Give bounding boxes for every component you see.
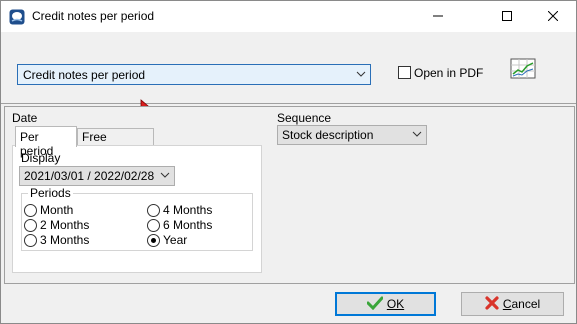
cancel-button[interactable]: Cancel [461, 292, 564, 316]
radio-month-label[interactable]: Month [40, 203, 73, 217]
periods-label: Periods [28, 186, 73, 200]
radio-6-months-label[interactable]: 6 Months [163, 218, 212, 232]
display-select[interactable]: 2021/03/01 / 2022/02/28 [19, 166, 175, 186]
radio-year-label[interactable]: Year [163, 233, 187, 247]
radio-2-months[interactable] [24, 219, 37, 232]
chevron-down-icon [412, 128, 422, 142]
tab-free-selection[interactable]: Free selection [77, 128, 154, 158]
chart-button[interactable] [509, 57, 537, 81]
display-select-value: 2021/03/01 / 2022/02/28 [24, 169, 155, 183]
open-in-pdf-label[interactable]: Open in PDF [414, 66, 483, 80]
report-select-value: Credit notes per period [23, 68, 146, 82]
radio-3-months-label[interactable]: 3 Months [40, 233, 89, 247]
open-in-pdf-checkbox[interactable] [398, 66, 411, 79]
minimize-icon [433, 10, 443, 24]
radio-4-months-label[interactable]: 4 Months [163, 203, 212, 217]
dialog-window: Credit notes per period Credit notes per… [0, 0, 577, 324]
cancel-button-label: Cancel [502, 297, 541, 311]
minimize-button[interactable] [415, 1, 461, 32]
report-options-panel: Credit notes per period Open in PDF [1, 32, 576, 116]
title-bar[interactable]: Credit notes per period [1, 1, 576, 32]
cancel-x-icon [485, 295, 499, 313]
close-icon [547, 10, 559, 24]
maximize-button[interactable] [484, 1, 530, 32]
checkmark-icon [366, 296, 384, 313]
close-button[interactable] [530, 1, 576, 32]
per-period-tab-body: Display 2021/03/01 / 2022/02/28 Periods … [12, 145, 262, 273]
radio-3-months[interactable] [24, 234, 37, 247]
ok-button[interactable]: OK [335, 292, 436, 316]
sequence-select[interactable]: Stock description [277, 125, 427, 145]
tab-per-period[interactable]: Per period [15, 126, 77, 158]
radio-4-months[interactable] [147, 204, 160, 217]
sequence-select-value: Stock description [282, 128, 374, 142]
radio-6-months[interactable] [147, 219, 160, 232]
criteria-panel: Date Per period Free selection Display 2… [4, 106, 575, 284]
chevron-down-icon [356, 68, 366, 82]
maximize-icon [502, 10, 512, 24]
radio-year[interactable] [147, 234, 160, 247]
report-select[interactable]: Credit notes per period [17, 64, 371, 85]
chevron-down-icon [160, 169, 170, 183]
app-icon [9, 9, 25, 25]
window-title: Credit notes per period [32, 9, 155, 23]
chart-icon [509, 58, 537, 84]
ok-button-label: OK [386, 297, 405, 311]
radio-2-months-label[interactable]: 2 Months [40, 218, 89, 232]
sequence-label: Sequence [277, 111, 332, 125]
periods-group: Periods Month 4 Months 2 Months 6 Months… [21, 186, 253, 251]
tab-per-period-label: Per period [20, 130, 54, 158]
radio-month[interactable] [24, 204, 37, 217]
date-label: Date [12, 111, 38, 125]
